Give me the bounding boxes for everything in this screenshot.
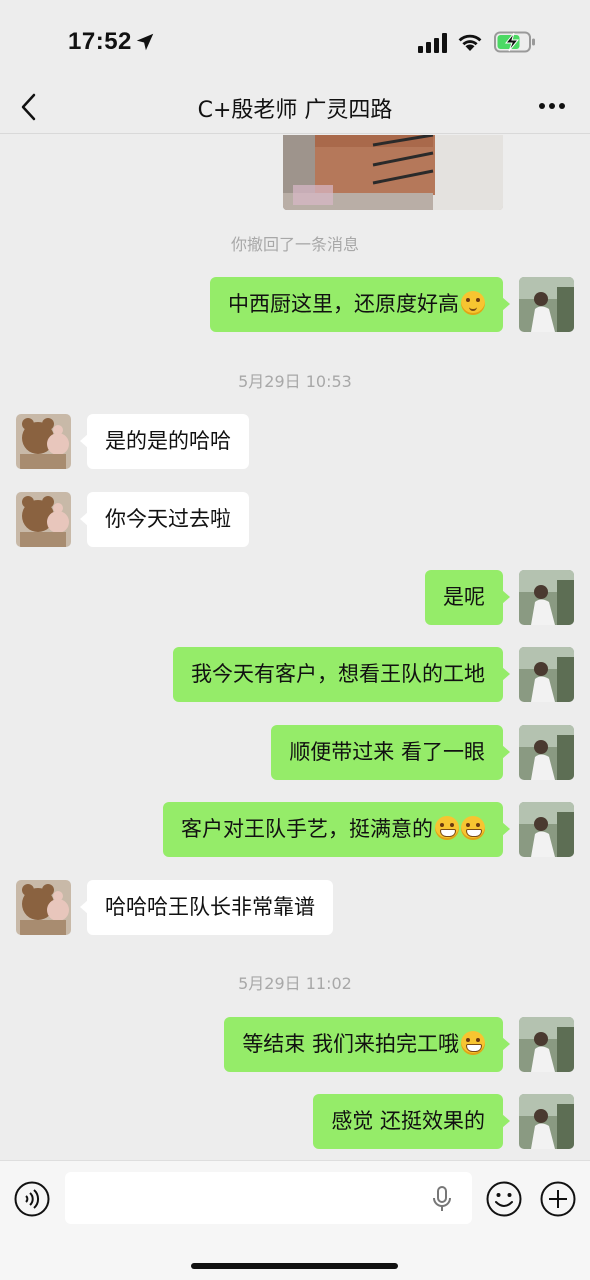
message-bubble[interactable]: 是的是的哈哈 — [80, 414, 249, 469]
avatar-contact[interactable] — [16, 492, 71, 547]
message-bubble[interactable]: 是呢 — [425, 570, 510, 625]
status-bar: 17:52 — [0, 0, 590, 80]
avatar-self[interactable] — [519, 725, 574, 780]
recall-notice: 你撤回了一条消息 — [230, 235, 359, 254]
chat-header: C+殷老师 广灵四路 — [0, 80, 590, 134]
message-row: 哈哈哈王队长非常靠谱 — [0, 880, 590, 936]
message-row: 是的是的哈哈 — [0, 414, 590, 470]
chat-title: C+殷老师 广灵四路 — [197, 98, 393, 123]
battery-charging-icon — [494, 31, 535, 53]
avatar-self[interactable] — [519, 1094, 574, 1149]
message-text: 我今天有客户，想看王队的工地 — [191, 662, 485, 686]
avatar-self[interactable] — [519, 277, 574, 332]
message-text: 哈哈哈王队长非常靠谱 — [105, 895, 315, 919]
message-text: 是的是的哈哈 — [105, 429, 231, 453]
grin-emoji-icon — [435, 816, 459, 840]
message-list[interactable]: 你撤回了一条消息 中西厨这里，还原度好高 5月29日 10:53 是的是的哈哈 … — [0, 135, 590, 1160]
message-input[interactable] — [65, 1172, 472, 1224]
voice-icon[interactable] — [14, 1181, 50, 1217]
location-arrow-icon — [136, 33, 154, 51]
avatar-self[interactable] — [519, 802, 574, 857]
message-text: 中西厨这里，还原度好高 — [228, 292, 459, 316]
message-bubble[interactable]: 客户对王队手艺，挺满意的 — [163, 802, 510, 857]
plus-icon[interactable] — [540, 1181, 576, 1217]
home-indicator — [191, 1263, 398, 1269]
grin-emoji-icon — [461, 1031, 485, 1055]
message-row: 感觉 还挺效果的 — [0, 1094, 590, 1150]
avatar-contact[interactable] — [16, 414, 71, 469]
message-row: 你今天过去啦 — [0, 492, 590, 548]
message-text: 是呢 — [443, 585, 485, 609]
avatar-self[interactable] — [519, 647, 574, 702]
message-row: 我今天有客户，想看王队的工地 — [0, 647, 590, 703]
image-message[interactable] — [283, 135, 503, 210]
message-bubble[interactable]: 哈哈哈王队长非常靠谱 — [80, 880, 333, 935]
more-icon[interactable] — [538, 102, 566, 110]
grin-emoji-icon — [461, 816, 485, 840]
message-row: 顺便带过来 看了一眼 — [0, 725, 590, 781]
avatar-self[interactable] — [519, 570, 574, 625]
message-bubble[interactable]: 我今天有客户，想看王队的工地 — [173, 647, 510, 702]
input-bar — [0, 1160, 590, 1280]
avatar-contact[interactable] — [16, 880, 71, 935]
message-row: 是呢 — [0, 570, 590, 626]
timestamp: 5月29日 10:53 — [238, 372, 352, 391]
message-text: 等结束 我们来拍完工哦 — [242, 1032, 459, 1056]
message-text: 顺便带过来 看了一眼 — [289, 740, 485, 764]
kitchen-photo — [283, 135, 503, 210]
mic-icon[interactable] — [431, 1185, 453, 1213]
cellular-signal-icon — [418, 33, 447, 53]
avatar-self[interactable] — [519, 1017, 574, 1072]
message-bubble[interactable]: 你今天过去啦 — [80, 492, 249, 547]
wifi-icon — [458, 34, 482, 51]
blush-emoji-icon — [461, 291, 485, 315]
message-row: 客户对王队手艺，挺满意的 — [0, 802, 590, 858]
message-row: 中西厨这里，还原度好高 — [0, 277, 590, 333]
message-bubble[interactable]: 顺便带过来 看了一眼 — [271, 725, 510, 780]
status-time: 17:52 — [68, 28, 132, 55]
emoji-icon[interactable] — [486, 1181, 522, 1217]
message-row: 等结束 我们来拍完工哦 — [0, 1017, 590, 1073]
message-text: 你今天过去啦 — [105, 507, 231, 531]
timestamp: 5月29日 11:02 — [238, 974, 352, 993]
message-text: 感觉 还挺效果的 — [331, 1109, 485, 1133]
message-bubble[interactable]: 中西厨这里，还原度好高 — [210, 277, 510, 332]
message-bubble[interactable]: 等结束 我们来拍完工哦 — [224, 1017, 510, 1072]
message-bubble[interactable]: 感觉 还挺效果的 — [313, 1094, 510, 1149]
message-text: 客户对王队手艺，挺满意的 — [181, 817, 433, 841]
